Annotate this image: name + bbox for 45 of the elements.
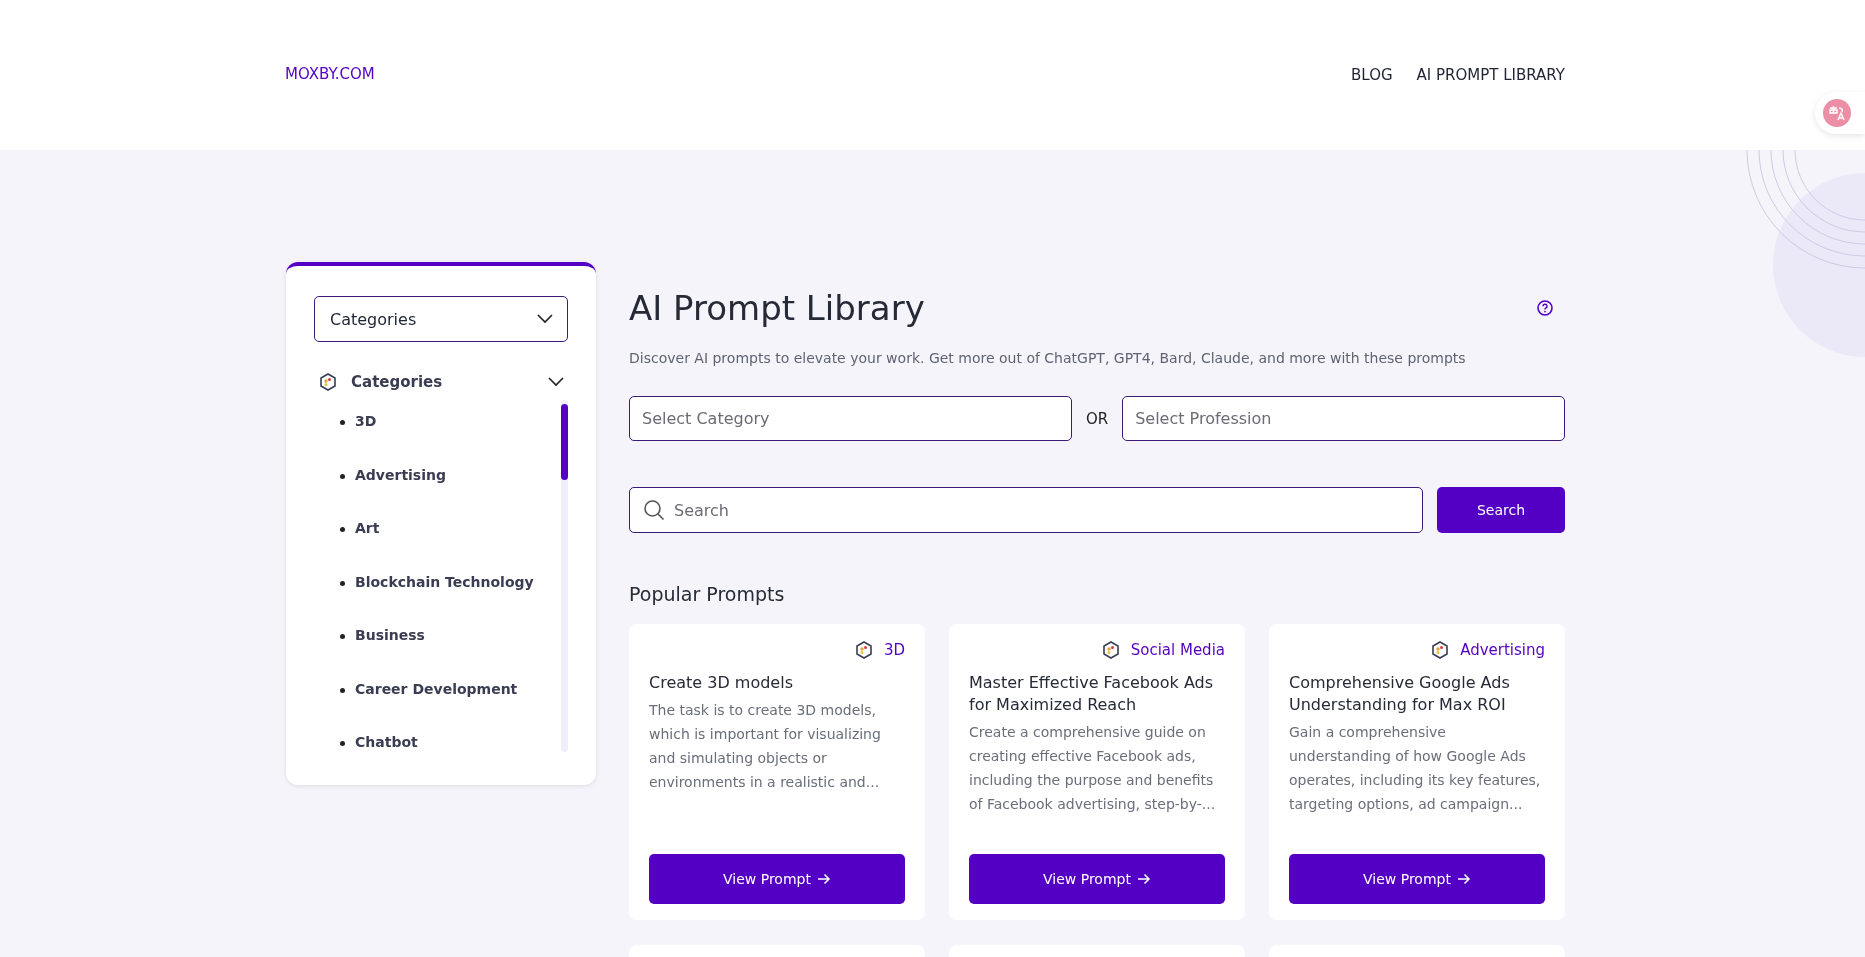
page-title: AI Prompt Library (629, 288, 925, 328)
arrow-right-icon (1456, 873, 1471, 885)
chevron-down-icon (537, 314, 553, 324)
arrow-right-icon (816, 873, 831, 885)
help-icon[interactable] (1537, 300, 1553, 316)
card-title: Create 3D models (649, 672, 794, 694)
category-icon (853, 640, 874, 660)
or-label: OR (1085, 409, 1109, 428)
view-prompt-button[interactable]: View Prompt (649, 854, 905, 904)
search-field[interactable]: Search (629, 487, 1423, 533)
view-prompt-button[interactable]: View Prompt (969, 854, 1225, 904)
search-icon (643, 499, 665, 521)
category-link[interactable]: Blockchain Technology (340, 573, 561, 627)
scrollbar-thumb[interactable] (561, 404, 568, 480)
arrow-right-icon (1136, 873, 1151, 885)
category-icon (1430, 640, 1451, 660)
category-link[interactable]: Advertising (340, 466, 561, 520)
card-description: Create a comprehensive guide on creating effective Facebook ads, including the purpose and benefits of Facebook advertising, step-by-... (969, 723, 1217, 814)
card-description: Gain a comprehensive understanding of how Google Ads operates, including its key features, targeting options, ad campaign... (1289, 723, 1542, 814)
category-tag[interactable]: Advertising (1460, 641, 1545, 659)
profession-select[interactable]: Select Profession (1122, 396, 1565, 441)
chevron-down-icon (548, 377, 564, 387)
category-icon (1100, 640, 1121, 660)
card-description: The task is to create 3D models, which is important for visualizing and simulating objects or environments in a realistic and... (649, 701, 882, 792)
card-title: Comprehensive Google Ads Understanding for Max ROI (1289, 672, 1511, 716)
card-title: Master Effective Facebook Ads for Maximized Reach (969, 672, 1215, 716)
section-heading: Popular Prompts (629, 583, 786, 605)
category-link[interactable]: 3D (340, 413, 561, 467)
category-icon (318, 372, 338, 392)
nav-link[interactable]: BLOG (1351, 66, 1393, 84)
page-subtitle: Discover AI prompts to elevate your work. Get more out of ChatGPT, GPT4, Bard, Claude, and more with these prompts (629, 350, 1467, 366)
category-tag[interactable]: 3D (883, 641, 905, 659)
nav-link[interactable]: AI PROMPT LIBRARY (1416, 66, 1565, 84)
category-dropdown[interactable]: Categories (314, 296, 568, 342)
search-button[interactable]: Search (1437, 487, 1565, 533)
translate-icon[interactable] (1823, 99, 1851, 127)
category-link[interactable]: Chatbot (340, 734, 561, 788)
view-prompt-button[interactable]: View Prompt (1289, 854, 1545, 904)
category-link[interactable]: Business (340, 627, 561, 681)
category-link[interactable]: Career Development (340, 680, 561, 734)
category-tag[interactable]: Social Media (1130, 641, 1225, 659)
category-link[interactable]: Art (340, 520, 561, 574)
site-logo[interactable]: MOXBY.COM (285, 65, 375, 83)
category-select[interactable]: Select Category (629, 396, 1072, 441)
accordion-header[interactable]: Categories (314, 368, 568, 396)
